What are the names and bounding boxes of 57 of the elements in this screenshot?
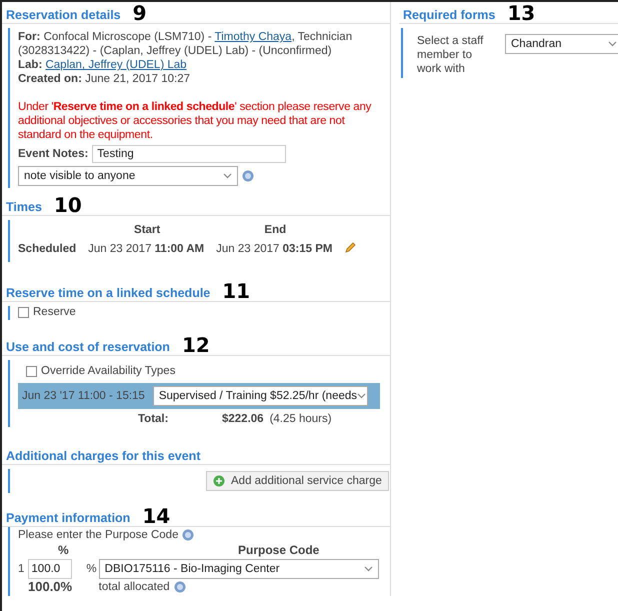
created-text: Created on: June 21, 2017 10:27	[18, 72, 191, 86]
annotation-number: 11	[222, 282, 250, 300]
total-value: $222.06	[222, 413, 264, 425]
end-cell-text: Jun 23 2017 03:15 PM	[216, 242, 334, 257]
staff-select[interactable]: Chandran	[505, 34, 618, 54]
total-percent: 100.0%	[18, 579, 99, 594]
checkbox[interactable]	[18, 306, 29, 318]
annotation-number: 14	[142, 507, 170, 525]
checkbox-label: Reserve	[33, 306, 76, 318]
row-label: Scheduled	[18, 238, 88, 260]
warning-text: Under 'Reserve time on a linked schedule' section please reserve any additional objectives or accessories that you may need that are not standard on the equipment.	[18, 100, 372, 142]
lab-link[interactable]: Caplan, Jeffrey (UDEL) Lab	[45, 59, 187, 71]
annotation-number: 13	[507, 4, 536, 22]
person-link[interactable]: Timothy Chaya	[214, 31, 292, 43]
start-cell: Jun 23 2017 11:00 AM	[88, 238, 216, 260]
annotation-number: 10	[54, 196, 82, 214]
rate-select[interactable]: Supervised / Training $52.25/hr (needs	[152, 386, 368, 406]
prompt-text: Please enter the Purpose Code	[18, 529, 178, 541]
row-number: 1	[18, 563, 24, 575]
annotation-number: 12	[182, 336, 210, 354]
reservation-for-text: For: Confocal Microscope (LSM710) - Timothy Chaya, Technician (3028313422) - (Caplan, Jeffrey (UDEL) Lab) - (Unconfirmed)	[18, 30, 354, 58]
chevron-icon	[357, 393, 366, 399]
section-title: Payment information	[6, 511, 130, 525]
total-label: Total:	[138, 413, 170, 425]
lab-text: Lab: Caplan, Jeffrey (UDEL) Lab	[18, 58, 188, 72]
checkbox[interactable]	[26, 366, 37, 376]
section-title: Use and cost of reservation	[6, 340, 170, 354]
column-header: %	[18, 541, 99, 559]
checkbox-label: Override Availability Types	[41, 365, 176, 377]
section-title: Times	[6, 200, 42, 214]
staff-label: Select a staff member to work with	[417, 34, 484, 76]
percent-field[interactable]: 100.0	[28, 559, 72, 579]
pencil-icon[interactable]	[344, 241, 358, 254]
total-allocated-label: total allocated	[98, 580, 170, 592]
section-title: Reserve time on a linked schedule	[6, 286, 210, 300]
column-header: Purpose Code	[98, 541, 379, 559]
plus-icon	[213, 475, 225, 487]
chevron-icon	[364, 566, 373, 572]
section-title: Required forms	[403, 8, 496, 22]
event-notes-field[interactable]: Testing	[92, 145, 286, 163]
help-icon[interactable]	[182, 529, 194, 541]
visibility-select[interactable]: note visible to anyone	[18, 166, 238, 186]
field-label: Event Notes:	[18, 148, 88, 160]
column-header: Start	[133, 223, 162, 238]
slot-time: Jun 23 '17 11:00 - 15:15	[22, 390, 145, 402]
percent-unit: %	[86, 563, 97, 575]
purpose-code-select[interactable]: DBIO175116 - Bio-Imaging Center	[98, 559, 379, 579]
chevron-icon	[223, 173, 232, 179]
chevron-icon	[608, 41, 617, 47]
column-header: End	[263, 223, 288, 238]
add-charge-button[interactable]: Add additional service charge	[206, 471, 389, 491]
help-icon[interactable]	[174, 580, 186, 592]
annotation-number: 9	[132, 4, 147, 22]
help-icon[interactable]	[242, 170, 254, 182]
section-title: Reservation details	[6, 8, 121, 22]
total-hours: (4.25 hours)	[270, 413, 332, 425]
section-title: Additional charges for this event	[6, 449, 200, 463]
